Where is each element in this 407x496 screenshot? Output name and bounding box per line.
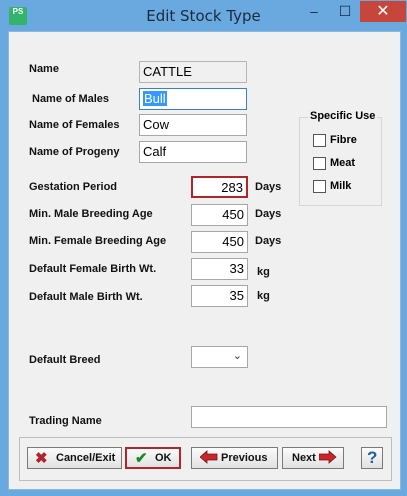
gestation-unit: Days xyxy=(255,181,282,193)
female-birth-wt-unit: kg xyxy=(257,266,270,278)
meat-checkbox[interactable] xyxy=(313,157,326,170)
cancel-exit-button[interactable]: ✖ Cancel/Exit xyxy=(27,447,122,469)
minimize-button[interactable]: – xyxy=(299,1,329,22)
trading-name-input[interactable] xyxy=(191,406,387,428)
progeny-label: Name of Progeny xyxy=(29,146,120,158)
males-label: Name of Males xyxy=(32,93,110,105)
gestation-input[interactable]: 283 xyxy=(191,176,248,198)
milk-label: Milk xyxy=(330,180,352,192)
checkmark-icon: ✔ xyxy=(135,450,148,467)
male-birth-wt-input[interactable]: 35 xyxy=(191,285,248,307)
previous-button[interactable]: Previous xyxy=(191,447,278,469)
help-button[interactable]: ? xyxy=(361,447,383,469)
female-breeding-age-unit: Days xyxy=(255,235,282,247)
fibre-label: Fibre xyxy=(330,134,357,146)
right-arrow-icon xyxy=(318,450,337,467)
males-input-text: Bull xyxy=(143,91,167,106)
previous-label: Previous xyxy=(221,452,268,464)
male-breeding-age-unit: Days xyxy=(255,208,282,220)
dialog-client-area: Name CATTLE Name of Males Bull Name of F… xyxy=(8,31,401,490)
button-bar: ✖ Cancel/Exit ✔ OK Previous Next ? xyxy=(19,437,392,481)
name-field: CATTLE xyxy=(139,61,247,83)
gestation-label: Gestation Period xyxy=(29,181,118,193)
male-birth-wt-label: Default Male Birth Wt. xyxy=(29,291,143,303)
next-label: Next xyxy=(292,452,316,464)
help-icon: ? xyxy=(367,448,378,467)
female-breeding-age-label: Min. Female Breeding Age xyxy=(29,235,167,247)
default-breed-label: Default Breed xyxy=(29,354,101,366)
female-birth-wt-label: Default Female Birth Wt. xyxy=(29,263,157,275)
fibre-checkbox[interactable] xyxy=(313,134,326,147)
ok-button[interactable]: ✔ OK xyxy=(125,447,181,469)
female-birth-wt-input[interactable]: 33 xyxy=(191,258,248,280)
cancel-x-icon: ✖ xyxy=(35,450,48,467)
chevron-down-icon: ⌄ xyxy=(232,350,242,362)
default-breed-select[interactable]: ⌄ xyxy=(191,346,248,368)
ok-label: OK xyxy=(155,452,172,464)
specific-use-group: Specific Use Fibre Meat Milk xyxy=(299,110,382,206)
male-breeding-age-input[interactable]: 450 xyxy=(191,204,248,226)
specific-use-title: Specific Use xyxy=(308,110,378,122)
female-breeding-age-input[interactable]: 450 xyxy=(191,231,248,253)
maximize-button[interactable]: ☐ xyxy=(331,1,359,22)
close-button[interactable]: ✕ xyxy=(360,1,406,22)
left-arrow-icon xyxy=(199,450,218,467)
males-input[interactable]: Bull xyxy=(139,88,247,110)
male-birth-wt-unit: kg xyxy=(257,290,270,302)
milk-checkbox[interactable] xyxy=(313,180,326,193)
edit-stock-type-window: PS Edit Stock Type – ☐ ✕ Name CATTLE Nam… xyxy=(0,0,407,496)
title-bar: PS Edit Stock Type – ☐ ✕ xyxy=(1,1,406,31)
trading-name-label: Trading Name xyxy=(29,415,102,427)
male-breeding-age-label: Min. Male Breeding Age xyxy=(29,208,153,220)
name-label: Name xyxy=(29,63,59,75)
meat-label: Meat xyxy=(330,157,356,169)
next-button[interactable]: Next xyxy=(282,447,344,469)
progeny-input[interactable]: Calf xyxy=(139,141,247,163)
females-label: Name of Females xyxy=(29,119,120,131)
cancel-exit-label: Cancel/Exit xyxy=(56,452,116,464)
females-input[interactable]: Cow xyxy=(139,114,247,136)
